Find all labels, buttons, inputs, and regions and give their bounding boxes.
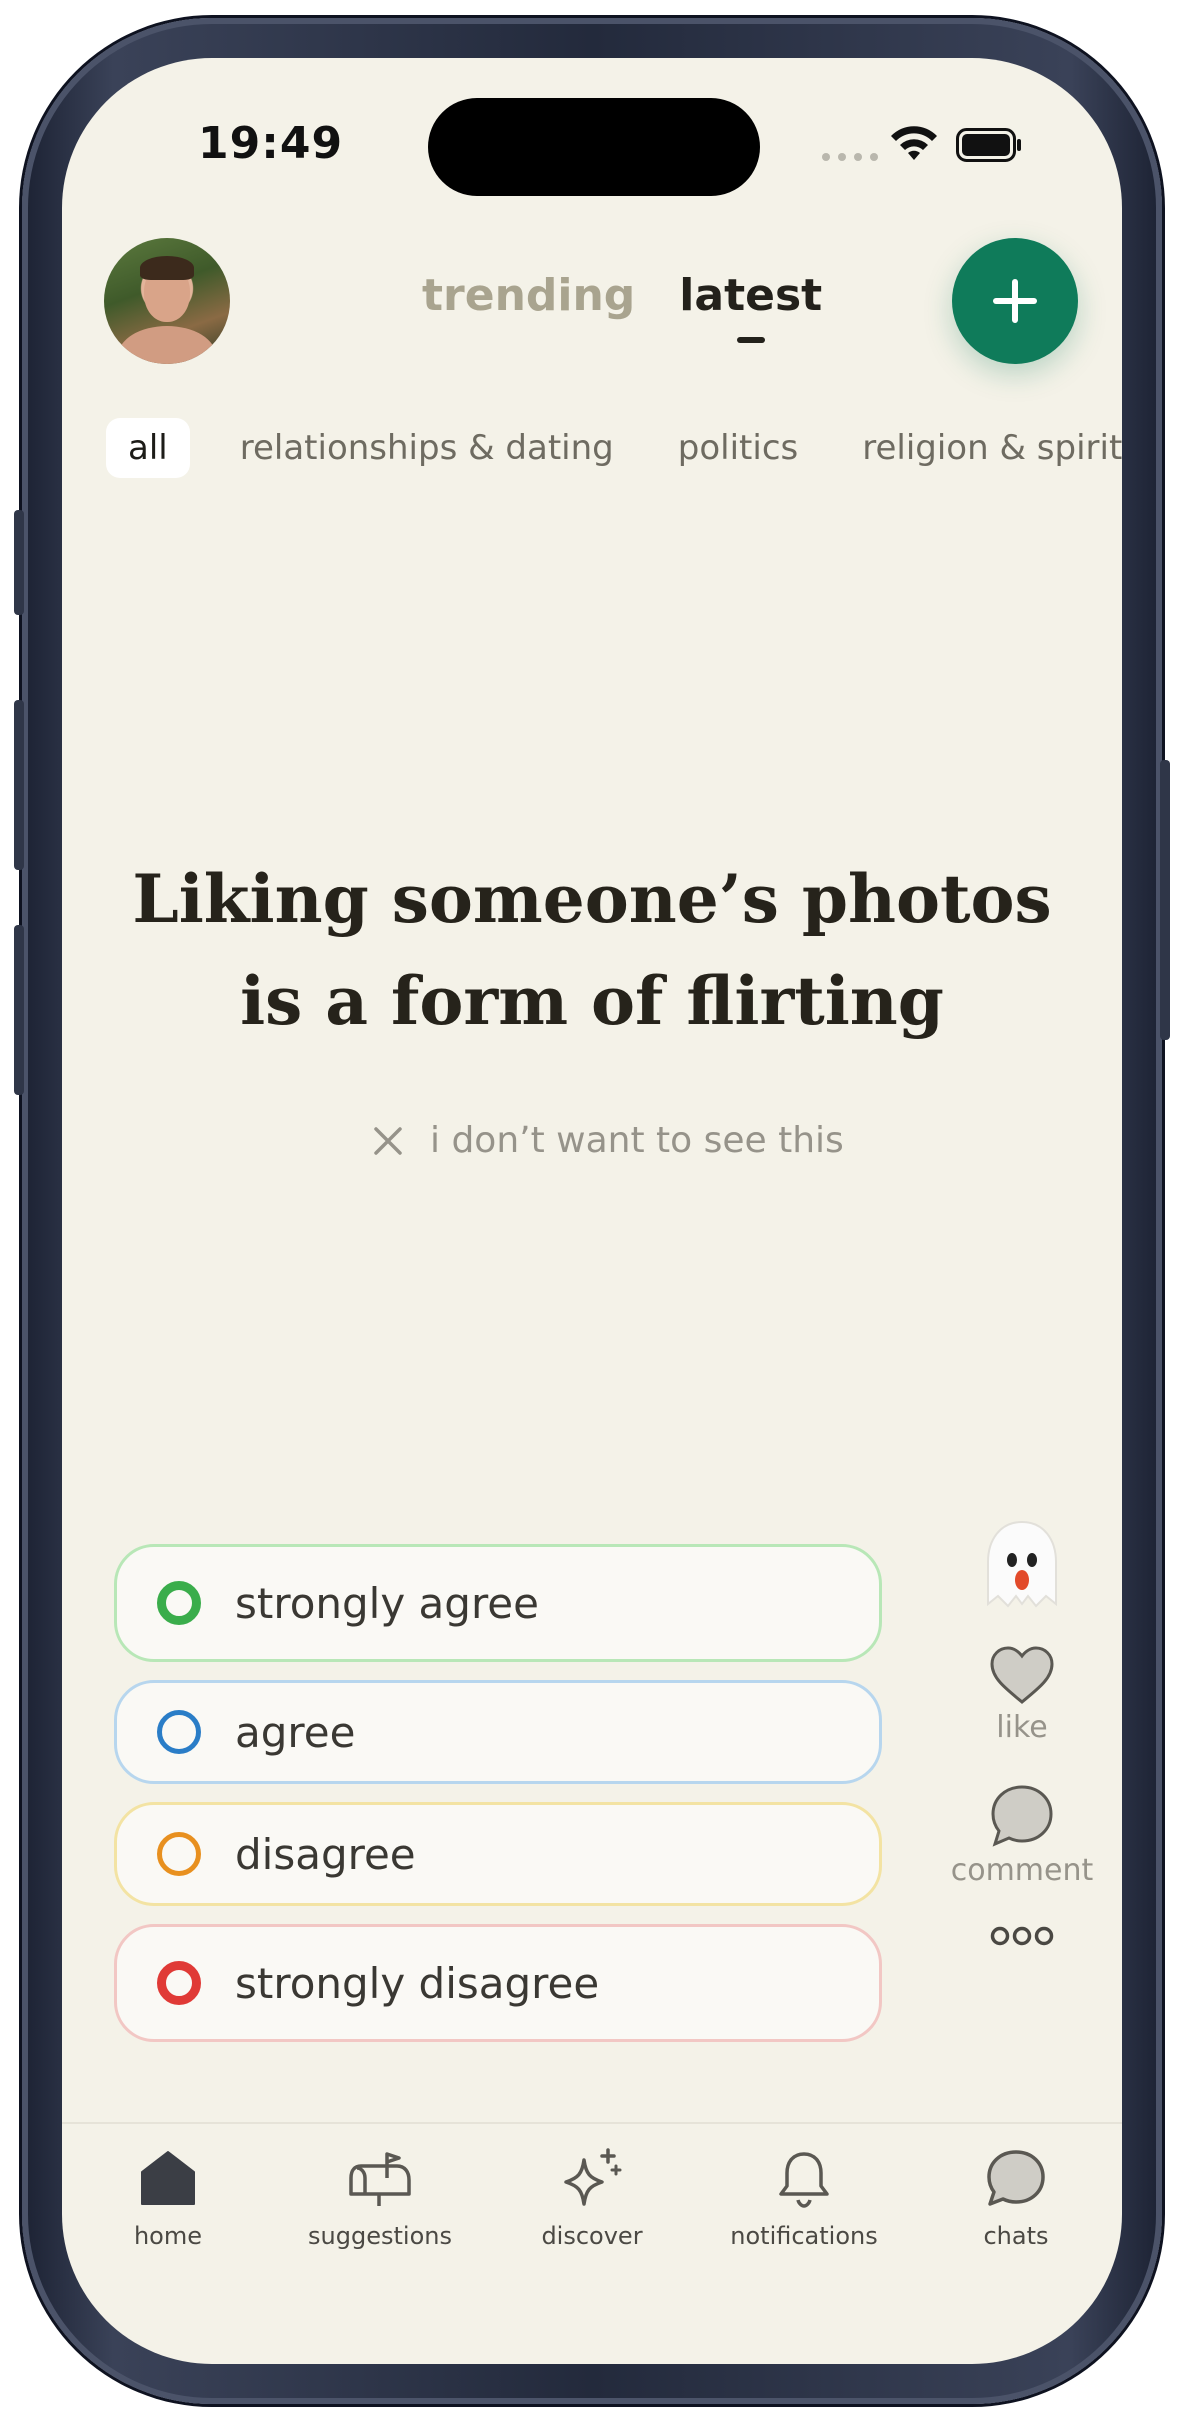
battery-icon xyxy=(956,128,1021,162)
ghost-icon xyxy=(987,1520,1057,1608)
option-disagree[interactable]: disagree xyxy=(114,1802,882,1906)
bell-icon xyxy=(779,2152,829,2208)
option-label: agree xyxy=(235,1707,356,1757)
app-screen: 19:49 trending latest all relationships … xyxy=(62,58,1122,2364)
anonymous-button[interactable] xyxy=(922,1516,1122,1626)
chip-all[interactable]: all xyxy=(106,418,190,478)
nav-chats[interactable]: chats xyxy=(910,2148,1122,2250)
chip-religion-spirituality[interactable]: religion & spirituali xyxy=(840,418,1122,478)
close-icon xyxy=(374,1126,402,1155)
nav-chats-label: chats xyxy=(983,2222,1049,2250)
nav-notifications-label: notifications xyxy=(730,2222,878,2250)
mailbox-icon xyxy=(349,2152,411,2206)
radio-icon xyxy=(157,1832,201,1876)
like-button[interactable]: like xyxy=(922,1644,1122,1745)
more-options-button[interactable] xyxy=(922,1924,1122,1948)
signal-dots-icon xyxy=(822,153,878,161)
sparkle-icon xyxy=(564,2148,622,2206)
home-icon xyxy=(141,2151,195,2205)
feed-tabs: trending latest xyxy=(422,270,822,321)
chip-politics[interactable]: politics xyxy=(656,418,820,478)
chat-bubble-icon xyxy=(987,2150,1045,2206)
like-label: like xyxy=(996,1710,1048,1745)
option-label: strongly disagree xyxy=(235,1958,600,2008)
radio-icon xyxy=(157,1710,201,1754)
action-button xyxy=(14,510,24,615)
nav-discover-label: discover xyxy=(541,2222,643,2250)
option-strongly-agree[interactable]: strongly agree xyxy=(114,1544,882,1662)
bottom-nav: home suggestions discover notifications … xyxy=(62,2148,1122,2250)
option-strongly-disagree[interactable]: strongly disagree xyxy=(114,1924,882,2042)
question-text: Liking someone’s photos is a form of fli… xyxy=(132,860,1052,1040)
radio-icon xyxy=(157,1581,201,1625)
comment-label: comment xyxy=(950,1853,1094,1888)
hide-question-label: i don’t want to see this xyxy=(430,1120,844,1161)
power-button xyxy=(1160,760,1170,1040)
comment-bubble-icon xyxy=(991,1785,1053,1847)
answer-options: strongly agree agree disagree strongly d… xyxy=(114,1544,882,2060)
status-time: 19:49 xyxy=(198,118,344,169)
option-label: disagree xyxy=(235,1829,416,1879)
wifi-icon xyxy=(891,126,937,160)
new-post-button[interactable] xyxy=(952,238,1078,364)
hide-question-button[interactable]: i don’t want to see this xyxy=(372,1120,844,1161)
option-agree[interactable]: agree xyxy=(114,1680,882,1784)
option-label: strongly agree xyxy=(235,1578,539,1628)
dynamic-island xyxy=(428,98,760,196)
tab-trending[interactable]: trending xyxy=(422,270,635,321)
radio-icon xyxy=(157,1961,201,2005)
nav-home-label: home xyxy=(133,2222,203,2250)
profile-avatar[interactable] xyxy=(104,238,230,364)
nav-discover[interactable]: discover xyxy=(486,2148,698,2250)
plus-icon xyxy=(993,279,1037,323)
nav-home[interactable]: home xyxy=(62,2148,274,2250)
nav-suggestions[interactable]: suggestions xyxy=(274,2148,486,2250)
more-dots-icon xyxy=(990,1926,1054,1946)
tab-latest[interactable]: latest xyxy=(679,270,822,321)
heart-icon xyxy=(990,1646,1054,1704)
volume-up-button xyxy=(14,700,24,870)
nav-notifications[interactable]: notifications xyxy=(698,2148,910,2250)
volume-down-button xyxy=(14,925,24,1095)
nav-divider xyxy=(62,2122,1122,2124)
category-chips: all relationships & dating politics reli… xyxy=(106,418,1122,478)
chip-relationships-dating[interactable]: relationships & dating xyxy=(218,418,636,478)
comment-button[interactable]: comment xyxy=(922,1783,1122,1888)
nav-suggestions-label: suggestions xyxy=(308,2222,452,2250)
post-actions: like comment xyxy=(922,1516,1122,1948)
